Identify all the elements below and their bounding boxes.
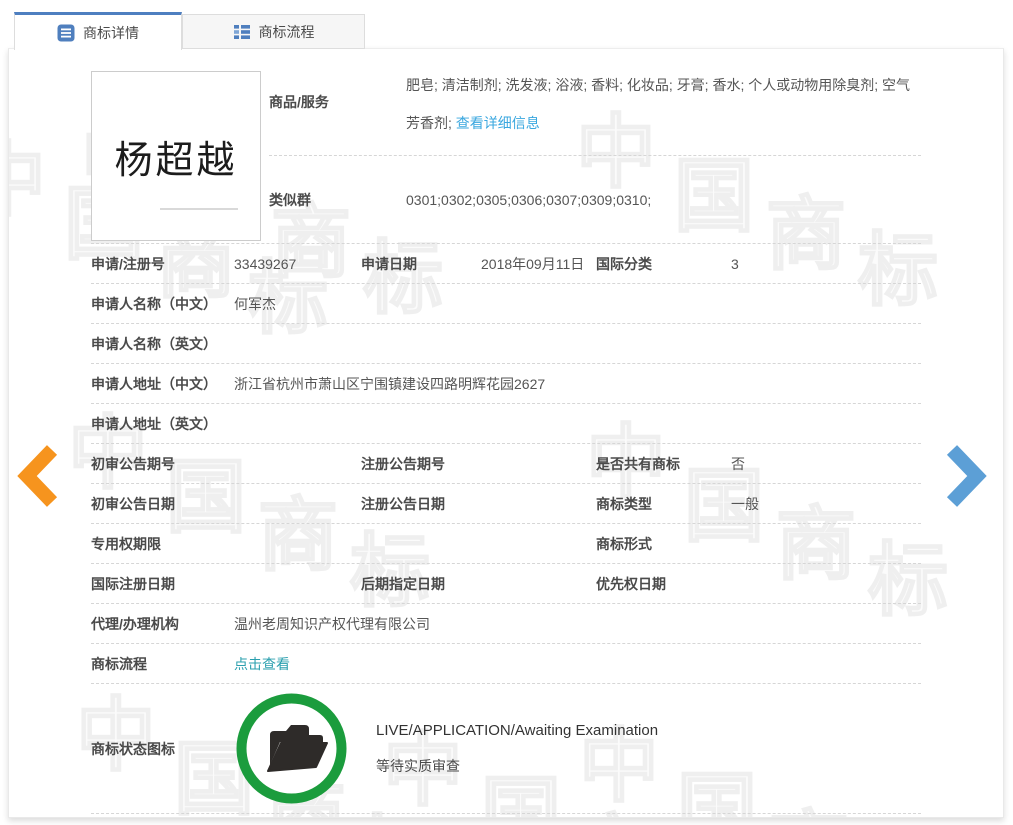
applicant-address-en-row: 申请人地址（英文）: [91, 404, 921, 444]
similar-group-value: 0301;0302;0305;0306;0307;0309;0310;: [406, 192, 651, 208]
intl-class-label: 国际分类: [596, 254, 731, 274]
trademark-name-text: 杨超越: [114, 129, 237, 184]
registration-number-row: 申请/注册号 33439267 申请日期 2018年09月11日 国际分类 3: [91, 244, 921, 284]
first-notice-date-row: 初审公告日期 注册公告日期 商标类型 一般: [91, 484, 921, 524]
agency-row: 代理/办理机构 温州老周知识产权代理有限公司: [91, 604, 921, 644]
applicant-cn-label: 申请人名称（中文）: [91, 294, 234, 314]
first-notice-no-label: 初审公告期号: [91, 454, 234, 474]
status-label: 商标状态图标: [91, 739, 234, 759]
next-arrow-button[interactable]: [947, 445, 987, 507]
trademark-image: 杨超越: [91, 71, 261, 241]
intl-reg-date-label: 国际注册日期: [91, 574, 234, 594]
detail-list-icon: [57, 24, 75, 42]
address-cn-label: 申请人地址（中文）: [91, 374, 234, 394]
first-notice-date-label: 初审公告日期: [91, 494, 234, 514]
reg-notice-no-label: 注册公告期号: [361, 454, 481, 474]
apply-date-value: 2018年09月11日: [481, 254, 596, 274]
tab-trademark-detail[interactable]: 商标详情: [14, 12, 182, 50]
applicant-en-label: 申请人名称（英文）: [91, 334, 234, 354]
tab-label: 商标流程: [259, 22, 315, 42]
tab-trademark-process[interactable]: 商标流程: [182, 14, 365, 49]
mark-form-label: 商标形式: [596, 534, 731, 554]
reg-no-label: 申请/注册号: [91, 254, 234, 274]
reg-no-value: 33439267: [234, 256, 361, 272]
click-to-view-link[interactable]: 点击查看: [234, 656, 290, 672]
similar-group-row: 类似群 0301;0302;0305;0306;0307;0309;0310;: [269, 156, 921, 243]
process-row: 商标流程 点击查看: [91, 644, 921, 684]
applicant-name-cn-row: 申请人名称（中文） 何军杰: [91, 284, 921, 324]
agency-value: 温州老周知识产权代理有限公司: [234, 614, 921, 634]
applicant-name-en-row: 申请人名称（英文）: [91, 324, 921, 364]
shared-mark-value: 否: [731, 454, 921, 474]
exclusive-period-row: 专用权期限 商标形式: [91, 524, 921, 564]
trademark-summary-section: 杨超越 商品/服务 肥皂; 清洁制剂; 洗发液; 浴液; 香料; 化妆品; 牙膏…: [91, 49, 921, 244]
first-notice-no-row: 初审公告期号 注册公告期号 是否共有商标 否: [91, 444, 921, 484]
reg-notice-date-label: 注册公告日期: [361, 494, 481, 514]
tab-label: 商标详情: [83, 23, 139, 43]
status-line2: 等待实质审查: [376, 756, 658, 776]
goods-services-label: 商品/服务: [269, 92, 406, 112]
mark-type-value: 一般: [731, 494, 921, 514]
similar-group-label: 类似群: [269, 190, 406, 210]
process-label: 商标流程: [91, 654, 234, 674]
applicant-cn-value: 何军杰: [234, 294, 921, 314]
applicant-address-cn-row: 申请人地址（中文） 浙江省杭州市萧山区宁围镇建设四路明辉花园2627: [91, 364, 921, 404]
exclusive-period-label: 专用权期限: [91, 534, 234, 554]
previous-arrow-button[interactable]: [17, 445, 57, 507]
intl-reg-date-row: 国际注册日期 后期指定日期 优先权日期: [91, 564, 921, 604]
watermark-char: 标: [358, 814, 438, 818]
priority-date-label: 优先权日期: [596, 574, 731, 594]
trademark-image-artifact: [160, 208, 238, 210]
detail-panel: 中 国 商 标 中 国 商 标 中 国 商 标 中 国 商 标: [8, 48, 1004, 818]
status-line1: LIVE/APPLICATION/Awaiting Examination: [376, 722, 658, 739]
trademark-detail-page: 商标详情 商标流程 中 国 商 标: [0, 0, 1013, 825]
intl-class-value: 3: [731, 256, 921, 272]
process-list-icon: [233, 23, 251, 41]
view-details-link[interactable]: 查看详细信息: [456, 115, 540, 131]
folder-status-icon: [234, 691, 349, 806]
shared-mark-label: 是否共有商标: [596, 454, 731, 474]
goods-services-value: 肥皂; 清洁制剂; 洗发液; 浴液; 香料; 化妆品; 牙膏; 香水; 个人或动…: [406, 49, 921, 155]
mark-type-label: 商标类型: [596, 494, 731, 514]
goods-services-row: 商品/服务 肥皂; 清洁制剂; 洗发液; 浴液; 香料; 化妆品; 牙膏; 香水…: [269, 49, 921, 156]
address-cn-value: 浙江省杭州市萧山区宁围镇建设四路明辉花园2627: [234, 374, 921, 394]
apply-date-label: 申请日期: [361, 254, 481, 274]
agency-label: 代理/办理机构: [91, 614, 234, 634]
tab-bar: 商标详情 商标流程: [14, 12, 365, 50]
status-row: 商标状态图标 LIVE/APPLICATION/Awaiting Examina…: [91, 684, 921, 814]
address-en-label: 申请人地址（英文）: [91, 414, 234, 434]
later-designated-date-label: 后期指定日期: [361, 574, 481, 594]
